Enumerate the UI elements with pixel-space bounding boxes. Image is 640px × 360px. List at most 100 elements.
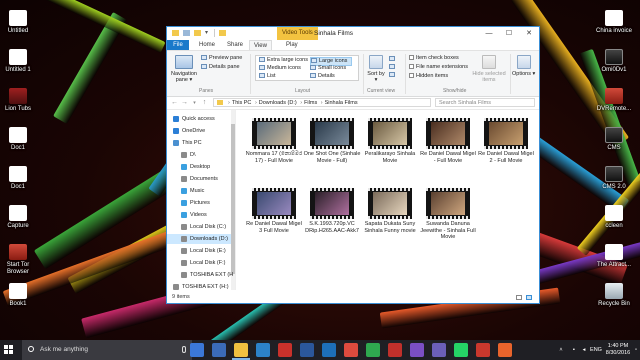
navigation-pane-icon[interactable] (175, 55, 193, 69)
add-columns-icon[interactable] (389, 64, 397, 71)
language-indicator[interactable]: ENG (589, 340, 603, 360)
video-file-item[interactable]: Suwanda Danuna Jeewithe - Sinhala Full M… (419, 188, 477, 241)
video-file-item[interactable]: Re Daniel Dawal Migel 2 - Full Movie (477, 118, 535, 164)
taskbar-app-icon[interactable] (388, 343, 402, 357)
taskbar-app-icon[interactable] (476, 343, 490, 357)
layout-extra-large-icons[interactable]: Extra large icons (259, 57, 308, 64)
video-file-item[interactable]: Peralikarayo Sinhala Movie (361, 118, 419, 164)
breadcrumb-films[interactable]: Films (304, 100, 317, 106)
taskbar-app-icon[interactable] (232, 343, 250, 360)
desktop-shortcut[interactable]: China invoice (594, 10, 634, 35)
nav-item[interactable]: Documents (167, 174, 231, 184)
video-file-item[interactable]: S.K.1993.720p.VC DRip.H265.AAC-Akk7 (303, 188, 361, 234)
taskbar-app-icon[interactable] (212, 343, 226, 357)
forward-button[interactable]: → (180, 97, 189, 109)
clock[interactable]: 1:40 PM 8/30/2016 (604, 343, 632, 357)
details-pane-button[interactable]: Details pane (201, 64, 240, 71)
layout-details[interactable]: Details (310, 73, 335, 80)
desktop-shortcut[interactable]: Doc1 (0, 166, 38, 191)
recent-locations-button[interactable]: ▾ (190, 97, 199, 109)
nav-scrollbar[interactable] (231, 110, 235, 290)
properties-icon[interactable] (183, 30, 190, 36)
nav-item[interactable]: OneDrive (167, 126, 231, 136)
scrollbar-thumb[interactable] (231, 124, 235, 274)
volume-icon[interactable]: ◂ (580, 340, 588, 360)
close-button[interactable]: ✕ (519, 27, 539, 40)
desktop-shortcut[interactable]: The Attract... (594, 244, 634, 269)
nav-item[interactable]: TOSHIBA EXT (H (167, 270, 233, 280)
desktop-shortcut[interactable]: Start Tor Browser (0, 244, 38, 276)
nav-item[interactable]: Music (167, 186, 231, 196)
network-icon[interactable]: ▪ (570, 340, 578, 360)
search-input[interactable]: Search Sinhala Films (435, 98, 535, 107)
taskbar-app-icon[interactable] (454, 343, 468, 357)
desktop-shortcut[interactable]: Omi0Dv1 (594, 49, 634, 74)
desktop-shortcut[interactable]: CMS 2.0 (594, 166, 634, 191)
taskbar-app-icon[interactable] (278, 343, 292, 357)
hide-selected-icon[interactable] (482, 55, 496, 69)
nav-item[interactable]: Local Disk (F:) (167, 258, 231, 268)
nav-item[interactable]: Desktop (167, 162, 231, 172)
hide-selected-items-button[interactable]: Hide selected items (469, 71, 509, 83)
desktop-shortcut[interactable]: Capture (0, 205, 38, 230)
desktop-shortcut[interactable]: Untitled (0, 10, 38, 35)
sort-by-button[interactable]: Sort by ▾ (366, 71, 386, 83)
video-file-item[interactable]: Nommara 17 (නොම්මර 17) - Full Movie (245, 118, 303, 164)
desktop-shortcut[interactable]: Recycle Bin (594, 283, 634, 308)
details-view-icon[interactable] (516, 295, 522, 300)
chevron-down-icon[interactable]: ▾ (205, 30, 210, 36)
tab-file[interactable]: File (167, 40, 189, 50)
large-icons-view-icon[interactable] (526, 295, 532, 300)
tab-share[interactable]: Share (223, 40, 247, 50)
options-button[interactable]: Options ▾ (512, 71, 535, 78)
taskbar-app-icon[interactable] (344, 343, 358, 357)
notifications-icon[interactable]: ▫ (632, 340, 640, 360)
size-columns-icon[interactable] (389, 72, 397, 79)
breadcrumb-downloads[interactable]: Downloads (D:) (259, 100, 297, 106)
video-file-item[interactable]: One Shot One (Sinhale Movie - Full) (303, 118, 361, 164)
nav-item[interactable]: TOSHIBA EXT (H:) (167, 282, 231, 290)
video-file-item[interactable]: Re Daniel Dawal Migel 3 Full Movie (245, 188, 303, 234)
nav-item[interactable]: Local Disk (C:) (167, 222, 231, 232)
desktop-shortcut[interactable]: Book1 (0, 283, 38, 308)
video-file-item[interactable]: Re Daniel Dawal Migel - Full Movie (419, 118, 477, 164)
desktop-shortcut[interactable]: Untitled 1 (0, 49, 38, 74)
new-folder-icon[interactable] (194, 30, 201, 36)
breadcrumb-this-pc[interactable]: This PC (232, 100, 252, 106)
taskbar-app-icon[interactable] (190, 343, 204, 357)
title-bar[interactable]: ▾ Video Tools Sinhala Films — ☐ ✕ (167, 27, 539, 40)
address-bar[interactable]: › This PC › Downloads (D:) › Films › Sinhala… (213, 98, 431, 107)
nav-item[interactable]: Pictures (167, 198, 231, 208)
file-name-extensions-toggle[interactable]: File name extensions (409, 64, 468, 71)
item-check-boxes-toggle[interactable]: Item check boxes (409, 55, 459, 62)
layout-list[interactable]: List (259, 73, 276, 80)
desktop-shortcut[interactable]: CMS (594, 127, 634, 152)
nav-item[interactable]: Local Disk (E:) (167, 246, 231, 256)
desktop-shortcut[interactable]: DVRemote... (594, 88, 634, 113)
navigation-pane-button[interactable]: Navigation pane ▾ (169, 71, 199, 83)
taskbar-app-icon[interactable] (366, 343, 380, 357)
desktop-shortcut[interactable]: Doc1 (0, 127, 38, 152)
sort-by-icon[interactable] (369, 55, 383, 69)
nav-item[interactable]: Videos (167, 210, 231, 220)
taskbar-app-icon[interactable] (410, 343, 424, 357)
group-by-icon[interactable] (389, 56, 397, 63)
desktop-shortcut[interactable]: ccleen (594, 205, 634, 230)
back-button[interactable]: ← (170, 97, 179, 109)
desktop-shortcut[interactable]: Lion Tubs (0, 88, 38, 113)
chevron-up-icon[interactable]: ˄ (556, 340, 566, 360)
layout-medium-icons[interactable]: Medium icons (259, 65, 301, 72)
microphone-icon[interactable] (182, 346, 186, 353)
cortana-search-box[interactable]: Ask me anything (22, 340, 192, 360)
minimize-button[interactable]: — (479, 27, 499, 40)
taskbar-app-icon[interactable] (498, 343, 512, 357)
nav-item[interactable]: This PC (167, 138, 231, 148)
up-button[interactable]: ↑ (200, 97, 209, 109)
tab-play[interactable]: Play (282, 40, 302, 50)
windows-start-button[interactable] (4, 345, 14, 355)
taskbar-app-icon[interactable] (432, 343, 446, 357)
options-icon[interactable] (517, 55, 531, 69)
tab-home[interactable]: Home (195, 40, 219, 50)
preview-pane-button[interactable]: Preview pane (201, 55, 242, 62)
layout-small-icons[interactable]: Small icons (310, 65, 346, 72)
